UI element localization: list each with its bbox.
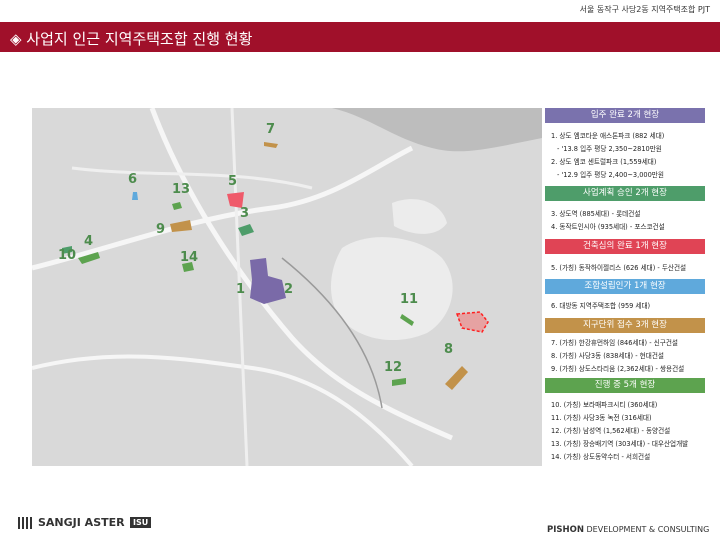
logo-bars-icon [18,517,32,529]
list-item: 10. (가칭) 보라매파크시티 (360세대) [551,401,658,409]
map-label-11: 11 [400,292,419,307]
location-map: 1 2 3 4 5 6 7 8 9 10 11 12 13 14 [32,108,542,466]
park-area [330,237,453,341]
list-item: - '13.8 입주 평당 2,350~2810만원 [557,145,662,153]
map-label-10: 10 [58,248,77,263]
map-label-12: 12 [384,360,403,375]
list-item: 2. 상도 엠코 센트럴파크 (1,559세대) [551,158,657,166]
list-item: 4. 동작트인시아 (935세대) - 포스코건설 [551,223,665,231]
top-header: 서울 동작구 사당2동 지역주택조합 PJT [0,0,720,18]
status-legend-panel: 입주 완료 2개 현장 1. 상도 엠코타운 애스톤파크 (882 세대) - … [545,108,705,466]
page-title: ◈ 사업지 인근 지역주택조합 진행 현황 [10,30,253,48]
list-item: 1. 상도 엠코타운 애스톤파크 (882 세대) [551,132,665,140]
list-item: 12. (가칭) 남성역 (1,562세대) - 동양건설 [551,427,671,435]
list-item: 7. (가칭) 한강휴먼하임 (846세대) - 신구건설 [551,339,678,347]
section-heading-review-done: 건축심의 완료 1개 현장 [545,239,705,254]
map-label-14: 14 [180,250,199,265]
logo-suffix: ISU [130,517,152,528]
project-name: 서울 동작구 사당2동 지역주택조합 PJT [579,5,710,14]
footer-company-bold: PISHON [547,525,584,535]
list-item: 6. 대방동 지역주택조합 (959 세대) [551,302,651,310]
map-label-13: 13 [172,182,191,197]
list-item: 14. (가칭) 상도동약수터 - 서희건설 [551,453,651,461]
list-item: 9. (가칭) 상도스타리움 (2,362세대) - 쌍용건설 [551,365,685,373]
map-label-6: 6 [128,172,138,187]
list-item: - '12.9 입주 평당 2,400~3,000만원 [557,171,664,179]
list-item: 3. 상도역 (885세대) - 롯데건설 [551,210,641,218]
footer-company-rest: DEVELOPMENT & CONSULTING [583,525,710,534]
footer-company: PISHON DEVELOPMENT & CONSULTING [547,525,709,535]
logo-text: SANGJI ASTER [38,516,125,529]
title-bar: ◈ 사업지 인근 지역주택조합 진행 현황 [0,22,720,52]
list-item: 13. (가칭) 장승배기역 (303세대) - 대우산업개발 [551,440,689,448]
map-label-7: 7 [266,122,276,137]
map-label-5: 5 [228,174,238,189]
section-heading-in-progress: 진행 중 5개 현장 [545,378,705,393]
section-heading-district-filed: 지구단위 접수 3개 현장 [545,318,705,333]
site-6-shape [132,192,138,200]
map-label-2: 2 [284,282,294,297]
map-label-9: 9 [156,222,166,237]
map-label-8: 8 [444,342,454,357]
section-heading-occupied: 입주 완료 2개 현장 [545,108,705,123]
list-item: 8. (가칭) 사당3동 (838세대) - 현대건설 [551,352,664,360]
map-label-4: 4 [84,234,94,249]
list-item: 11. (가칭) 사당3동 녹전 (316세대) [551,414,652,422]
map-label-3: 3 [240,206,250,221]
map-label-1: 1 [236,282,246,297]
section-heading-approved: 사업계획 승인 2개 현장 [545,186,705,201]
list-item: 5. (가칭) 동작하이젤리스 (626 세대) - 두산건설 [551,264,687,272]
section-heading-union-approved: 조합설립인가 1개 현장 [545,279,705,294]
